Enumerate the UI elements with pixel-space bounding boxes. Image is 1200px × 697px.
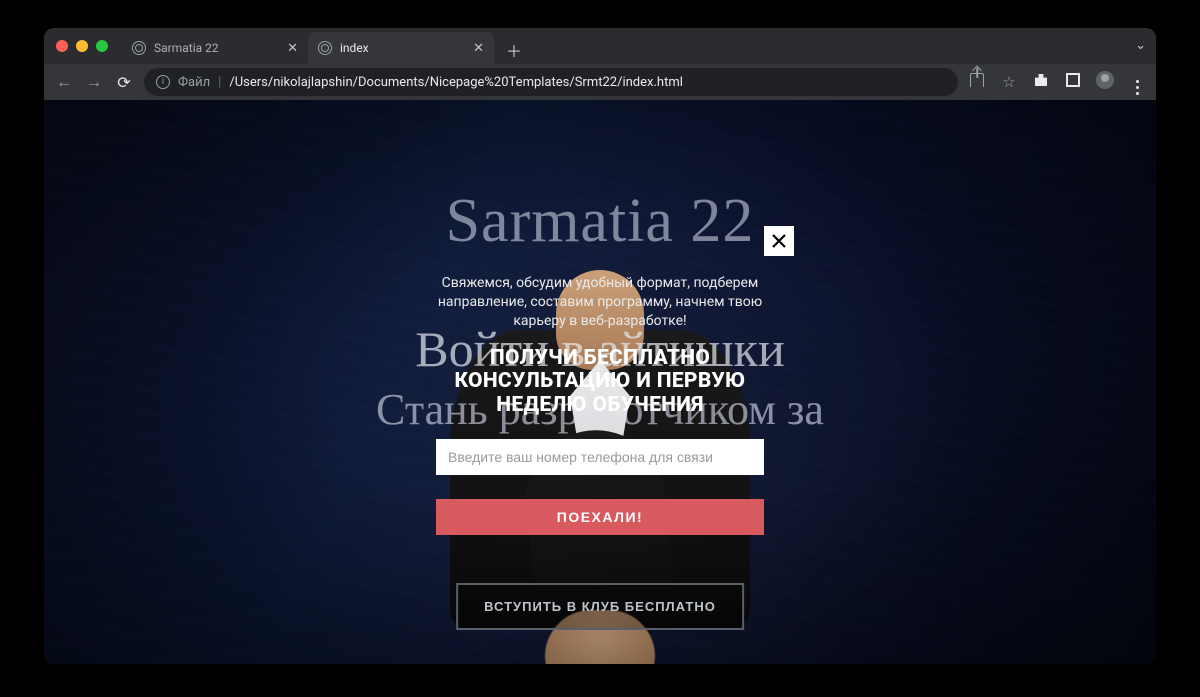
browser-window: Sarmatia 22 ✕ index ✕ ＋ ⌄ ← → ⟳ i Файл |… xyxy=(44,28,1156,664)
tab-title: Sarmatia 22 xyxy=(154,41,279,55)
minimize-window-icon[interactable] xyxy=(76,40,88,52)
modal-description: Свяжемся, обсудим удобный формат, подбер… xyxy=(436,274,764,331)
menu-icon[interactable] xyxy=(1128,69,1146,95)
share-icon[interactable] xyxy=(968,73,986,91)
close-tab-icon[interactable]: ✕ xyxy=(287,41,298,56)
modal-headline-line: КОНСУЛЬТАЦИЮ И ПЕРВУЮ xyxy=(436,370,764,394)
globe-icon xyxy=(318,41,332,55)
window-controls xyxy=(56,40,108,52)
globe-icon xyxy=(132,41,146,55)
back-icon[interactable]: ← xyxy=(54,72,74,92)
site-info-icon[interactable]: i xyxy=(156,75,170,89)
tab-strip: Sarmatia 22 ✕ index ✕ ＋ xyxy=(122,28,528,64)
modal-headline-line: НЕДЕЛЮ ОБУЧЕНИЯ xyxy=(436,394,764,418)
modal-headline-line: ПОЛУЧИ БЕСПЛАТНО xyxy=(436,347,764,371)
toolbar: ← → ⟳ i Файл | /Users/nikolajlapshin/Doc… xyxy=(44,64,1156,100)
tab-sarmatia[interactable]: Sarmatia 22 ✕ xyxy=(122,32,308,64)
modal-close-button[interactable] xyxy=(764,226,794,256)
reload-icon[interactable]: ⟳ xyxy=(114,72,134,92)
address-bar[interactable]: i Файл | /Users/nikolajlapshin/Documents… xyxy=(144,68,958,96)
close-tab-icon[interactable]: ✕ xyxy=(473,41,484,56)
address-path: /Users/nikolajlapshin/Documents/Nicepage… xyxy=(229,75,683,90)
tab-index[interactable]: index ✕ xyxy=(308,32,494,64)
toolbar-actions: ☆ xyxy=(968,69,1146,95)
new-tab-button[interactable]: ＋ xyxy=(500,36,528,64)
phone-input[interactable] xyxy=(436,439,764,475)
address-scheme: Файл xyxy=(178,75,210,90)
side-panel-icon[interactable] xyxy=(1064,73,1082,91)
submit-button[interactable]: ПОЕХАЛИ! xyxy=(436,499,764,535)
profile-icon[interactable] xyxy=(1096,71,1114,93)
close-icon xyxy=(770,232,788,250)
extensions-icon[interactable] xyxy=(1032,72,1050,92)
address-separator: | xyxy=(218,75,221,90)
modal-headline: ПОЛУЧИ БЕСПЛАТНО КОНСУЛЬТАЦИЮ И ПЕРВУЮ Н… xyxy=(436,347,764,418)
bookmark-icon[interactable]: ☆ xyxy=(1000,73,1018,91)
tab-title: index xyxy=(340,41,465,55)
maximize-window-icon[interactable] xyxy=(96,40,108,52)
tabs-overflow-icon[interactable]: ⌄ xyxy=(1135,38,1146,53)
modal-overlay: Свяжемся, обсудим удобный формат, подбер… xyxy=(44,100,1156,664)
forward-icon[interactable]: → xyxy=(84,72,104,92)
close-window-icon[interactable] xyxy=(56,40,68,52)
lead-modal: Свяжемся, обсудим удобный формат, подбер… xyxy=(408,228,792,571)
page-viewport: Sarmatia 22 Войти в айтишки Стань разраб… xyxy=(44,100,1156,664)
titlebar: Sarmatia 22 ✕ index ✕ ＋ ⌄ xyxy=(44,28,1156,64)
